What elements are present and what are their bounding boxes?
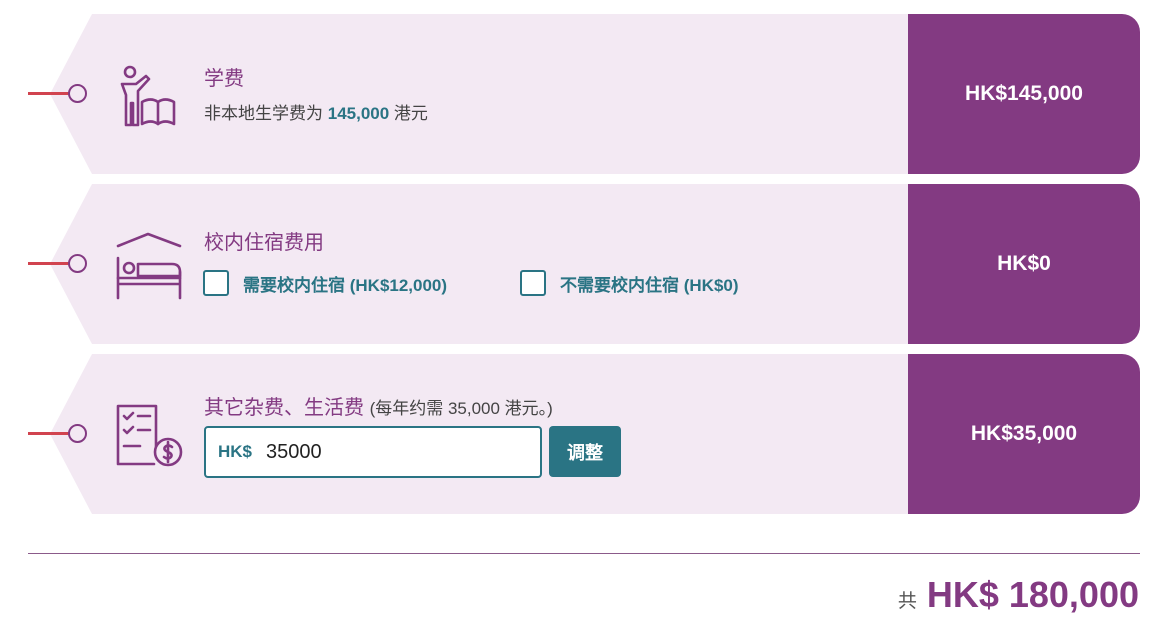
tag-string: [28, 432, 72, 435]
fee-title: 校内住宿费用: [204, 232, 324, 254]
total: 共 HK$ 180,000: [898, 574, 1139, 616]
fee-price: HK$145,000: [908, 14, 1140, 174]
teacher-book-icon: [120, 65, 176, 127]
option-need-accommodation[interactable]: 需要校内住宿 (HK$12,000): [203, 270, 447, 296]
tag-hole: [68, 424, 87, 443]
fee-price: HK$35,000: [908, 354, 1140, 514]
option-no-accommodation[interactable]: 不需要校内住宿 (HK$0): [520, 270, 739, 296]
tag-string: [28, 262, 72, 265]
fee-row-tuition: 学费 非本地生学费为 145,000 港元 HK$145,000: [0, 14, 1151, 174]
fee-title: 学费: [204, 68, 244, 90]
checkbox[interactable]: [203, 270, 229, 296]
checklist-dollar-icon: [116, 404, 183, 467]
fee-note: (每年约需 35,000 港元。): [369, 399, 553, 418]
total-amount: HK$ 180,000: [926, 574, 1139, 615]
adjust-button[interactable]: 调整: [549, 426, 621, 477]
currency-prefix: HK$: [218, 442, 253, 461]
checkbox-label: 不需要校内住宿 (HK$0): [560, 275, 739, 295]
fee-description: 非本地生学费为 145,000 港元: [204, 104, 428, 123]
bed-house-icon: [116, 232, 182, 300]
fee-row-living: 其它杂费、生活费 (每年约需 35,000 港元。) HK$ 35000 调整 …: [0, 354, 1151, 514]
fee-row-accommodation: 校内住宿费用 需要校内住宿 (HK$12,000) 不需要校内住宿 (HK$0)…: [0, 184, 1151, 344]
tag-string: [28, 92, 72, 95]
fee-price: HK$0: [908, 184, 1140, 344]
tag-hole: [68, 84, 87, 103]
total-label: 共: [897, 591, 917, 612]
divider: [28, 553, 1140, 554]
living-cost-input[interactable]: HK$ 35000: [204, 426, 542, 478]
fee-title: 其它杂费、生活费 (每年约需 35,000 港元。): [204, 397, 553, 419]
tag-hole: [68, 254, 87, 273]
checkbox[interactable]: [520, 270, 546, 296]
input-value[interactable]: 35000: [266, 441, 322, 464]
checkbox-label: 需要校内住宿 (HK$12,000): [243, 275, 448, 295]
